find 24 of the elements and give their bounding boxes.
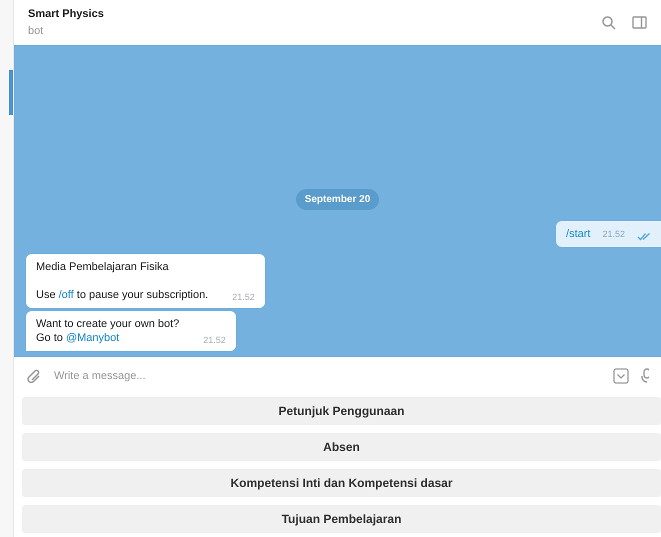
link[interactable]: @Manybot [66, 332, 120, 344]
keyboard-button[interactable]: Petunjuk Penggunaan [22, 397, 661, 425]
keyboard-button[interactable]: Tujuan Pembelajaran [22, 505, 661, 533]
message-text: Go to @Manybot [36, 331, 120, 345]
keyboard-toggle-icon[interactable] [613, 368, 629, 384]
keyboard-button[interactable]: Absen [22, 433, 661, 461]
microphone-icon[interactable] [641, 368, 649, 384]
message-input[interactable]: Write a message... [54, 368, 601, 384]
message-text: Want to create your own bot? [36, 317, 180, 331]
keyboard-button[interactable]: Kompetensi Inti dan Kompetensi dasar [22, 469, 661, 497]
chat-title: Smart Physics [28, 7, 104, 22]
sidebar-panel-icon[interactable] [632, 16, 647, 29]
paperclip-icon[interactable] [26, 368, 42, 384]
message-time: 21.52 [602, 228, 625, 241]
message-time: 21.52 [203, 334, 226, 347]
link[interactable]: /off [58, 289, 74, 301]
message-text: Media Pembelajaran Fisika [36, 260, 170, 274]
search-icon[interactable] [602, 16, 616, 30]
date-badge: September 20 [296, 189, 380, 210]
message-text: /start [566, 227, 590, 241]
message-time: 21.52 [232, 291, 255, 304]
chat-subtitle: bot [28, 24, 44, 38]
selection-indicator [9, 70, 13, 115]
message-text: Use /off to pause your subscription. [36, 288, 208, 302]
